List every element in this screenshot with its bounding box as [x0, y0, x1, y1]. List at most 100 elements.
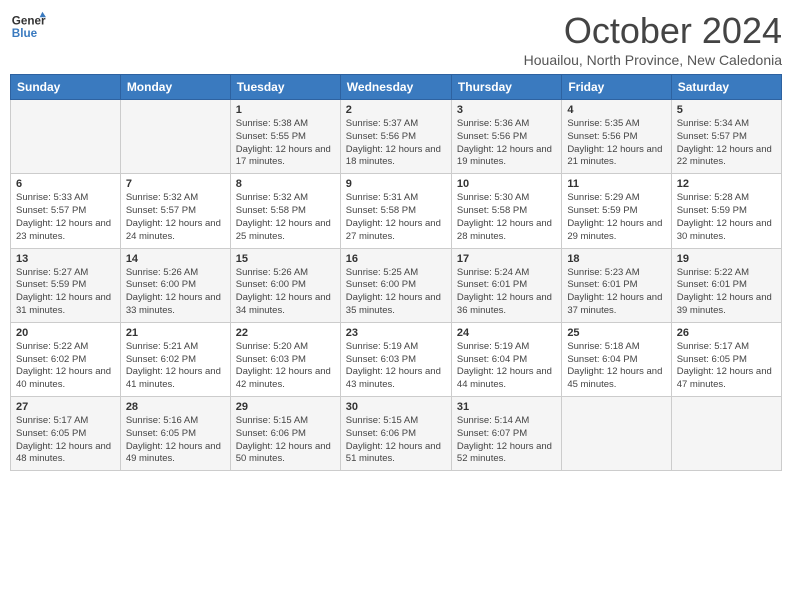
- week-row-4: 20 Sunrise: 5:22 AM Sunset: 6:02 PM Dayli…: [11, 322, 782, 396]
- day-info: Sunrise: 5:38 AM Sunset: 5:55 PM Dayligh…: [236, 118, 335, 169]
- day-cell: 13Sunrise: 5:27 AM Sunset: 5:59 PM Dayli…: [11, 248, 121, 322]
- day-info: Sunrise: 5:16 AM Sunset: 6:05 PM Dayligh…: [126, 415, 225, 466]
- day-number: 25: [567, 327, 665, 339]
- day-number: 1: [236, 104, 335, 116]
- day-number: 20: [16, 327, 115, 339]
- day-info: Sunrise: 5:35 AM Sunset: 5:56 PM Dayligh…: [567, 118, 665, 169]
- day-info: Sunrise: 5:19 AM Sunset: 6:04 PM Dayligh…: [457, 341, 556, 392]
- day-info: Sunrise: 5:19 AM Sunset: 6:03 PM Dayligh…: [346, 341, 446, 392]
- day-number: 29: [236, 401, 335, 413]
- day-cell: 6 Sunrise: 5:33 AM Sunset: 5:57 PM Daylig…: [11, 174, 121, 248]
- col-header-friday: Friday: [562, 75, 671, 100]
- week-row-3: 13Sunrise: 5:27 AM Sunset: 5:59 PM Dayli…: [11, 248, 782, 322]
- day-number: 6: [16, 178, 115, 190]
- day-info: Sunrise: 5:24 AM Sunset: 6:01 PM Dayligh…: [457, 267, 556, 318]
- day-number: 16: [346, 253, 446, 265]
- day-cell: 24 Sunrise: 5:19 AM Sunset: 6:04 PM Dayli…: [451, 322, 561, 396]
- day-info: Sunrise: 5:15 AM Sunset: 6:06 PM Dayligh…: [236, 415, 335, 466]
- day-number: 31: [457, 401, 556, 413]
- day-cell: 28 Sunrise: 5:16 AM Sunset: 6:05 PM Dayli…: [120, 397, 230, 471]
- day-number: 5: [677, 104, 776, 116]
- day-cell: 8 Sunrise: 5:32 AM Sunset: 5:58 PM Daylig…: [230, 174, 340, 248]
- day-cell: 7Sunrise: 5:32 AM Sunset: 5:57 PM Daylig…: [120, 174, 230, 248]
- month-title: October 2024: [524, 10, 782, 52]
- day-cell: 2 Sunrise: 5:37 AM Sunset: 5:56 PM Daylig…: [340, 100, 451, 174]
- svg-text:Blue: Blue: [12, 27, 38, 40]
- page-header: General Blue October 2024 Houailou, Nort…: [10, 10, 782, 68]
- day-info: Sunrise: 5:27 AM Sunset: 5:59 PM Dayligh…: [16, 267, 115, 318]
- day-number: 19: [677, 253, 776, 265]
- day-info: Sunrise: 5:22 AM Sunset: 6:01 PM Dayligh…: [677, 267, 776, 318]
- header-row: SundayMondayTuesdayWednesdayThursdayFrid…: [11, 75, 782, 100]
- day-cell: 23 Sunrise: 5:19 AM Sunset: 6:03 PM Dayli…: [340, 322, 451, 396]
- day-info: Sunrise: 5:29 AM Sunset: 5:59 PM Dayligh…: [567, 192, 665, 243]
- day-info: Sunrise: 5:23 AM Sunset: 6:01 PM Dayligh…: [567, 267, 665, 318]
- day-cell: 4 Sunrise: 5:35 AM Sunset: 5:56 PM Daylig…: [562, 100, 671, 174]
- day-info: Sunrise: 5:33 AM Sunset: 5:57 PM Dayligh…: [16, 192, 115, 243]
- day-cell: 9 Sunrise: 5:31 AM Sunset: 5:58 PM Daylig…: [340, 174, 451, 248]
- day-number: 4: [567, 104, 665, 116]
- day-number: 2: [346, 104, 446, 116]
- day-cell: 14 Sunrise: 5:26 AM Sunset: 6:00 PM Dayli…: [120, 248, 230, 322]
- day-number: 10: [457, 178, 556, 190]
- day-cell: 3 Sunrise: 5:36 AM Sunset: 5:56 PM Daylig…: [451, 100, 561, 174]
- day-info: Sunrise: 5:37 AM Sunset: 5:56 PM Dayligh…: [346, 118, 446, 169]
- day-info: Sunrise: 5:26 AM Sunset: 6:00 PM Dayligh…: [236, 267, 335, 318]
- logo: General Blue: [10, 10, 46, 46]
- day-number: 8: [236, 178, 335, 190]
- day-number: 15: [236, 253, 335, 265]
- day-cell: 15 Sunrise: 5:26 AM Sunset: 6:00 PM Dayli…: [230, 248, 340, 322]
- day-number: 11: [567, 178, 665, 190]
- col-header-sunday: Sunday: [11, 75, 121, 100]
- day-cell: 18 Sunrise: 5:23 AM Sunset: 6:01 PM Dayli…: [562, 248, 671, 322]
- day-cell: 31 Sunrise: 5:14 AM Sunset: 6:07 PM Dayli…: [451, 397, 561, 471]
- day-info: Sunrise: 5:30 AM Sunset: 5:58 PM Dayligh…: [457, 192, 556, 243]
- day-number: 21: [126, 327, 225, 339]
- day-info: Sunrise: 5:17 AM Sunset: 6:05 PM Dayligh…: [16, 415, 115, 466]
- day-cell: 25Sunrise: 5:18 AM Sunset: 6:04 PM Dayli…: [562, 322, 671, 396]
- day-info: Sunrise: 5:21 AM Sunset: 6:02 PM Dayligh…: [126, 341, 225, 392]
- week-row-5: 27 Sunrise: 5:17 AM Sunset: 6:05 PM Dayli…: [11, 397, 782, 471]
- day-number: 27: [16, 401, 115, 413]
- day-info: Sunrise: 5:26 AM Sunset: 6:00 PM Dayligh…: [126, 267, 225, 318]
- day-cell: 10 Sunrise: 5:30 AM Sunset: 5:58 PM Dayli…: [451, 174, 561, 248]
- day-cell: 12Sunrise: 5:28 AM Sunset: 5:59 PM Dayli…: [671, 174, 781, 248]
- day-cell: 11 Sunrise: 5:29 AM Sunset: 5:59 PM Dayli…: [562, 174, 671, 248]
- day-cell: [11, 100, 121, 174]
- day-info: Sunrise: 5:36 AM Sunset: 5:56 PM Dayligh…: [457, 118, 556, 169]
- day-cell: 5 Sunrise: 5:34 AM Sunset: 5:57 PM Daylig…: [671, 100, 781, 174]
- day-cell: 30Sunrise: 5:15 AM Sunset: 6:06 PM Dayli…: [340, 397, 451, 471]
- col-header-thursday: Thursday: [451, 75, 561, 100]
- logo-icon: General Blue: [10, 10, 46, 46]
- day-cell: 16Sunrise: 5:25 AM Sunset: 6:00 PM Dayli…: [340, 248, 451, 322]
- day-cell: 21 Sunrise: 5:21 AM Sunset: 6:02 PM Dayli…: [120, 322, 230, 396]
- day-info: Sunrise: 5:31 AM Sunset: 5:58 PM Dayligh…: [346, 192, 446, 243]
- week-row-1: 1 Sunrise: 5:38 AM Sunset: 5:55 PM Daylig…: [11, 100, 782, 174]
- day-cell: [562, 397, 671, 471]
- day-number: 3: [457, 104, 556, 116]
- col-header-wednesday: Wednesday: [340, 75, 451, 100]
- week-row-2: 6 Sunrise: 5:33 AM Sunset: 5:57 PM Daylig…: [11, 174, 782, 248]
- day-cell: 22Sunrise: 5:20 AM Sunset: 6:03 PM Dayli…: [230, 322, 340, 396]
- day-cell: 29 Sunrise: 5:15 AM Sunset: 6:06 PM Dayli…: [230, 397, 340, 471]
- day-info: Sunrise: 5:14 AM Sunset: 6:07 PM Dayligh…: [457, 415, 556, 466]
- day-info: Sunrise: 5:20 AM Sunset: 6:03 PM Dayligh…: [236, 341, 335, 392]
- col-header-monday: Monday: [120, 75, 230, 100]
- day-number: 14: [126, 253, 225, 265]
- day-number: 26: [677, 327, 776, 339]
- day-number: 24: [457, 327, 556, 339]
- day-number: 12: [677, 178, 776, 190]
- day-cell: 1 Sunrise: 5:38 AM Sunset: 5:55 PM Daylig…: [230, 100, 340, 174]
- col-header-tuesday: Tuesday: [230, 75, 340, 100]
- day-cell: [671, 397, 781, 471]
- day-number: 28: [126, 401, 225, 413]
- location-subtitle: Houailou, North Province, New Caledonia: [524, 52, 782, 68]
- day-number: 23: [346, 327, 446, 339]
- day-info: Sunrise: 5:22 AM Sunset: 6:02 PM Dayligh…: [16, 341, 115, 392]
- day-info: Sunrise: 5:32 AM Sunset: 5:58 PM Dayligh…: [236, 192, 335, 243]
- day-number: 18: [567, 253, 665, 265]
- day-number: 9: [346, 178, 446, 190]
- calendar-table: SundayMondayTuesdayWednesdayThursdayFrid…: [10, 74, 782, 471]
- day-cell: 26Sunrise: 5:17 AM Sunset: 6:05 PM Dayli…: [671, 322, 781, 396]
- day-info: Sunrise: 5:34 AM Sunset: 5:57 PM Dayligh…: [677, 118, 776, 169]
